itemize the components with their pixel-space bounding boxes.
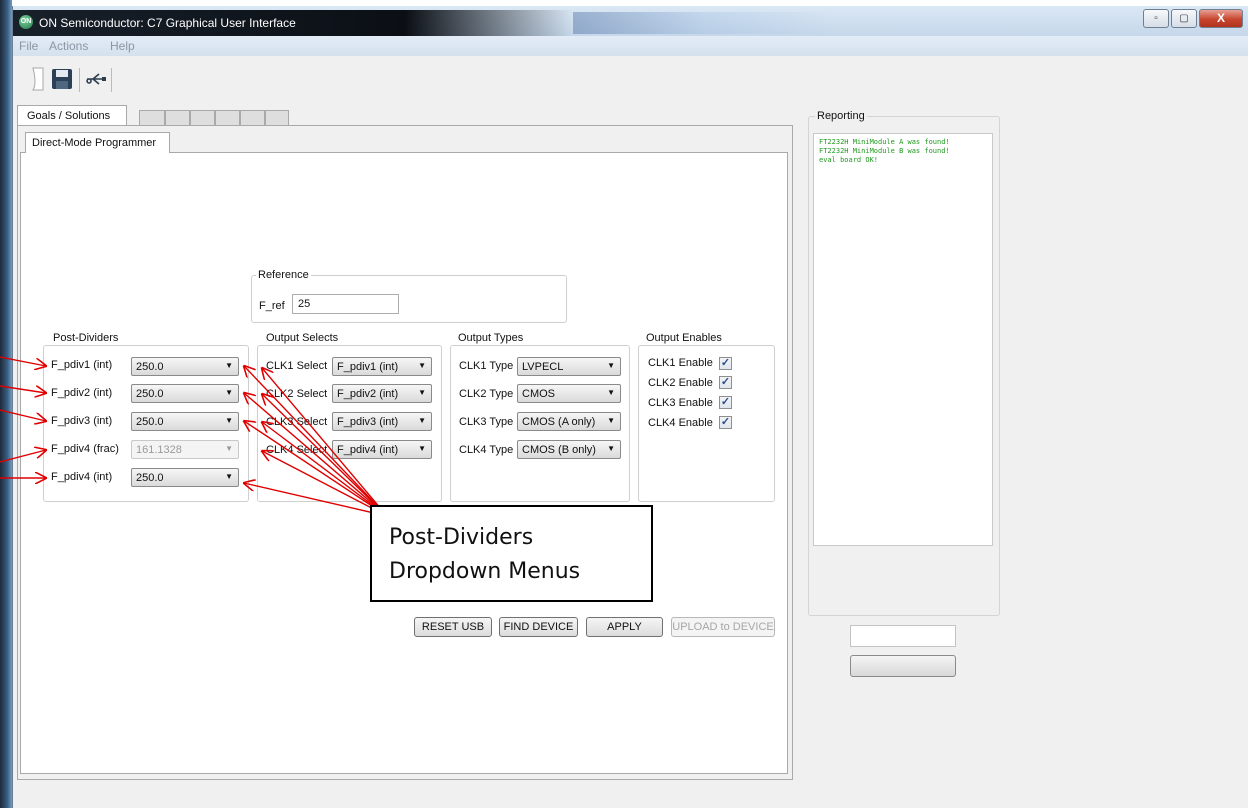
callout-line-2: Dropdown Menus [389,559,581,584]
annotation-arrow [262,451,388,517]
annotation-arrow [0,356,46,366]
annotation-arrows [0,356,388,517]
annotation-arrow [244,421,388,517]
annotation-arrow [262,368,388,517]
annotation-arrow [244,366,388,517]
annotation-callout: Post-Dividers Dropdown Menus [370,505,653,602]
annotation-arrow [0,385,46,393]
annotation-arrow [0,450,46,463]
annotation-arrow [244,393,388,517]
annotation-arrow [262,394,388,517]
annotation-arrow [0,409,46,421]
callout-line-1: Post-Dividers [389,525,534,550]
